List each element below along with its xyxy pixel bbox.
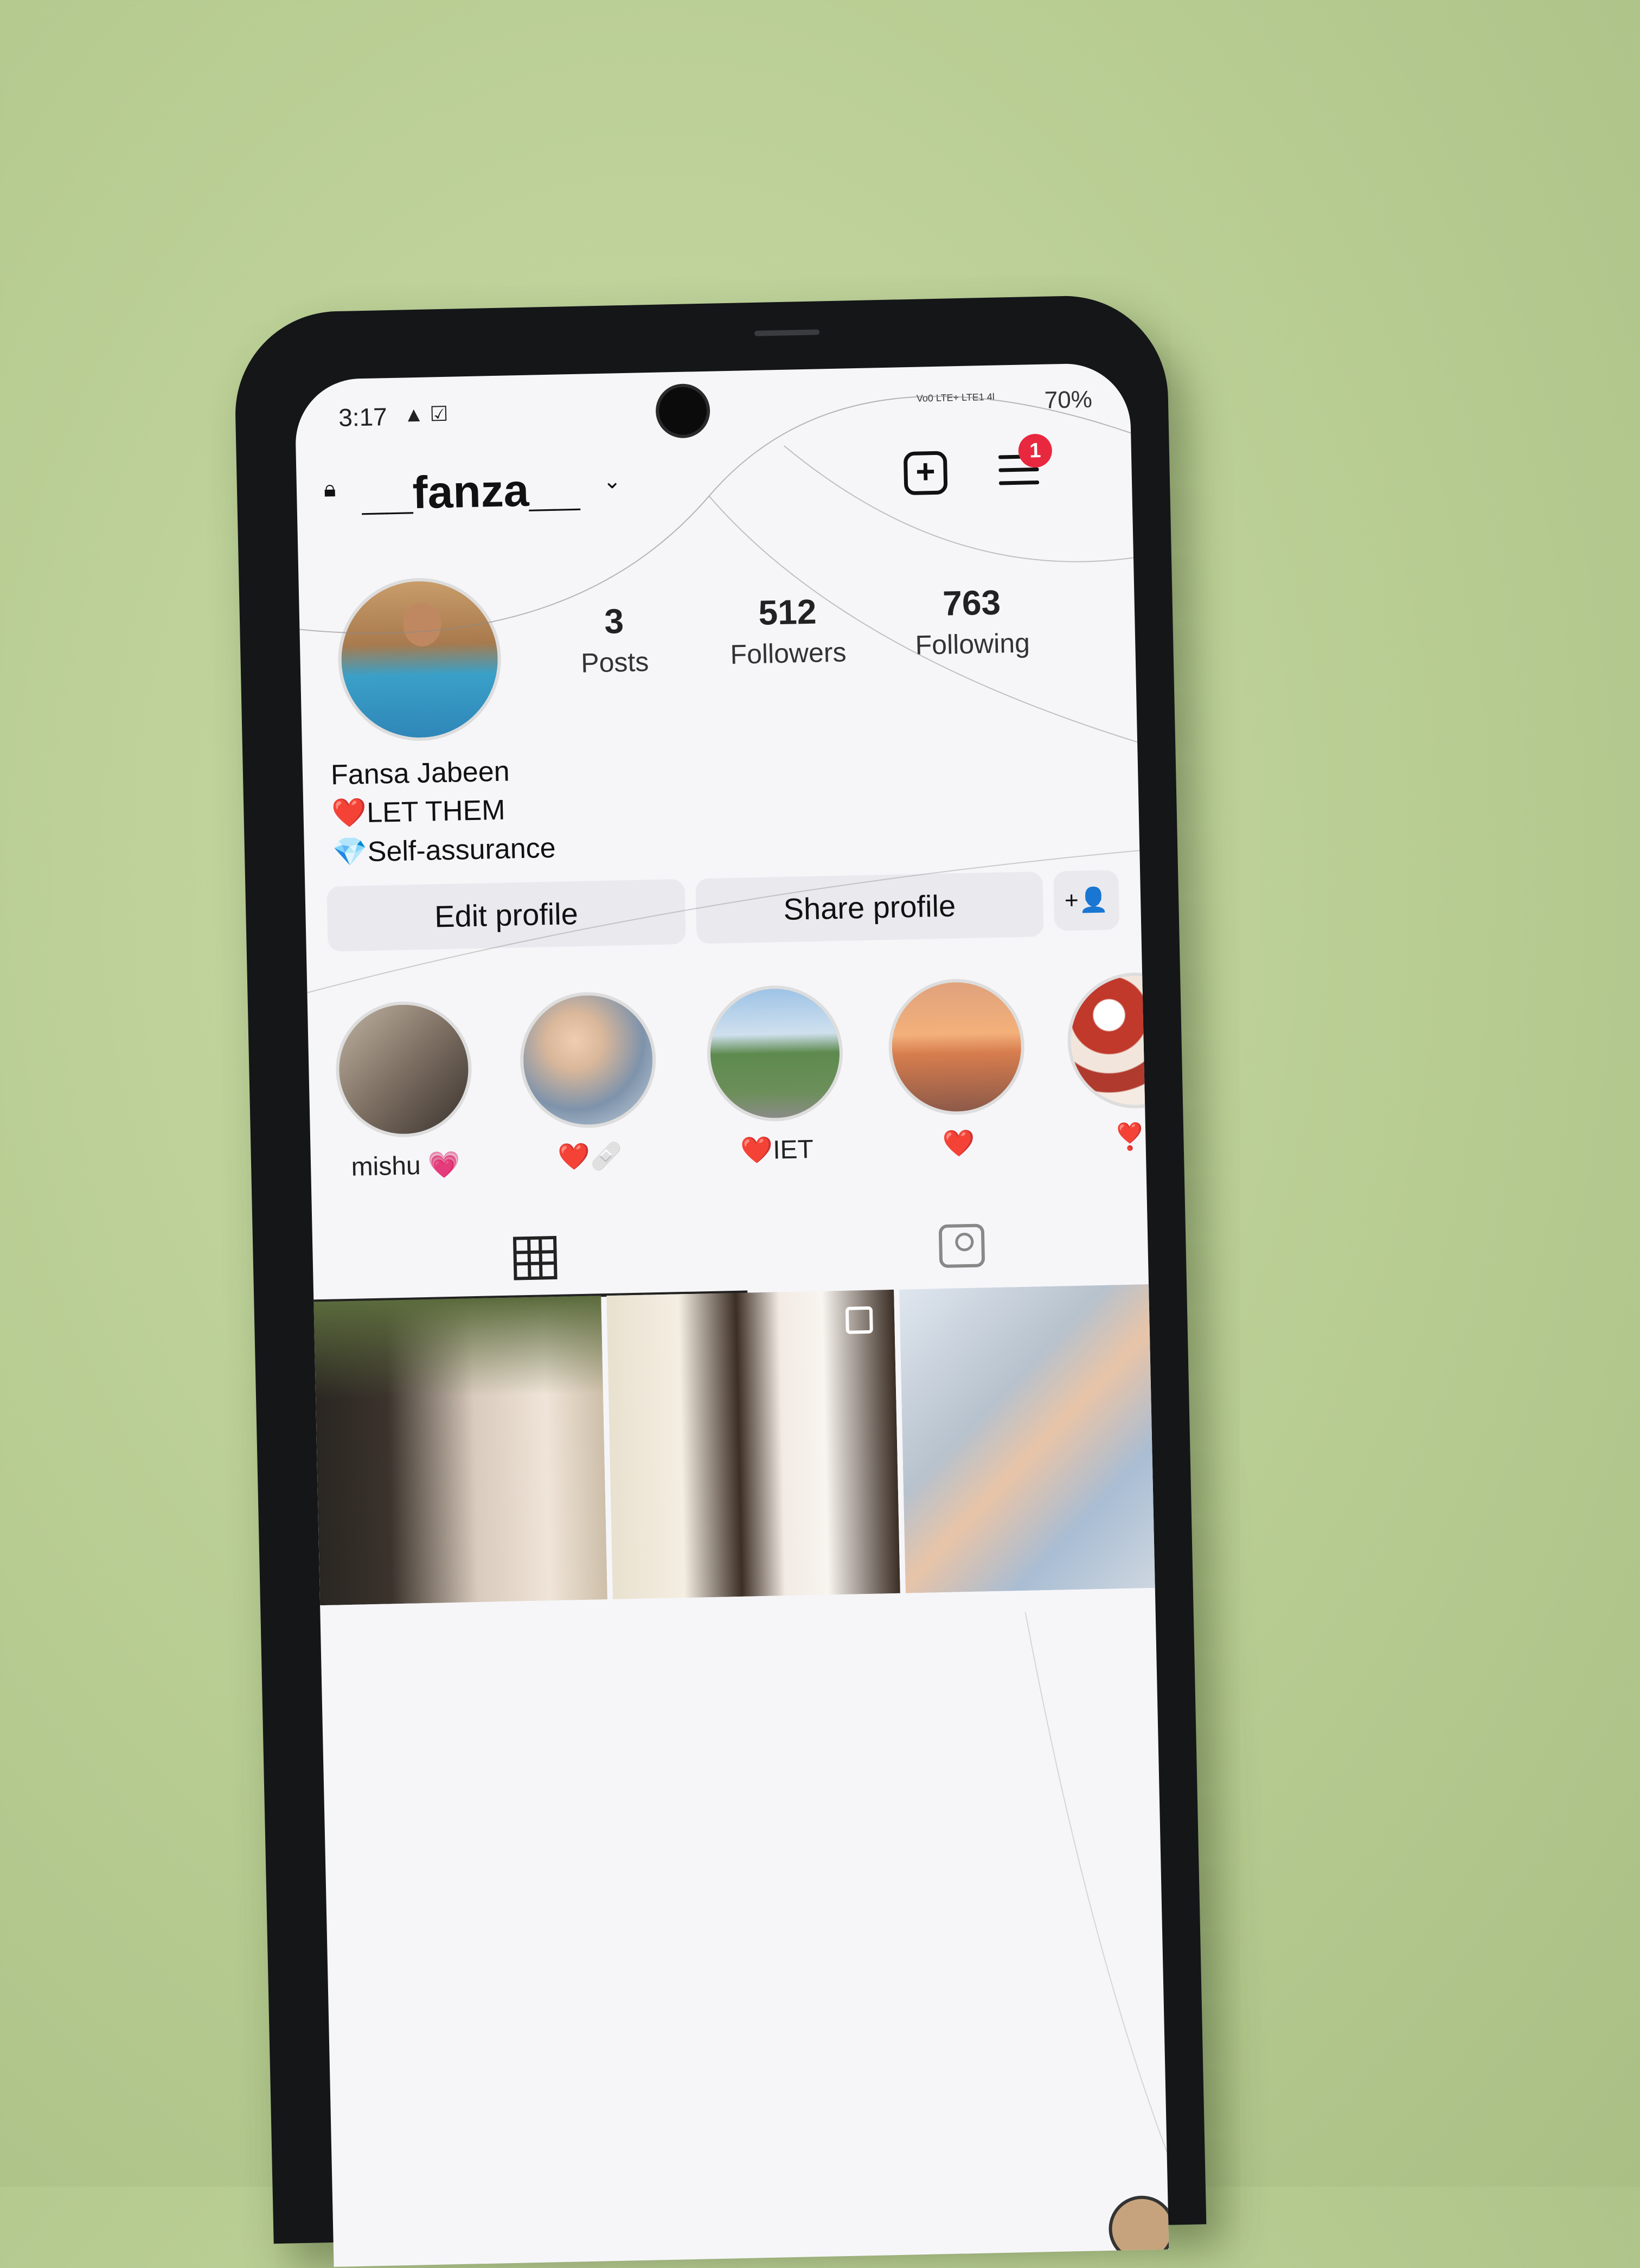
notification-badge: 1 xyxy=(1018,433,1053,468)
followers-stat[interactable]: 512 Followers xyxy=(706,591,870,671)
followers-label: Followers xyxy=(729,637,847,670)
highlight-cover xyxy=(706,984,844,1123)
avatar[interactable] xyxy=(336,576,503,743)
profile-header: 🔒︎ __fanza__ ⌄ + 1 xyxy=(323,433,1105,519)
display-name: Fansa Jabeen xyxy=(330,755,510,791)
lock-icon: 🔒︎ xyxy=(323,476,336,502)
create-post-icon[interactable]: + xyxy=(903,451,948,496)
battery-level: 70% xyxy=(1044,386,1093,414)
post-thumbnail[interactable] xyxy=(606,1289,900,1599)
story-highlight[interactable]: ❤️🩹 xyxy=(518,991,658,1173)
posts-stat[interactable]: 3 Posts xyxy=(559,600,669,679)
highlight-cover xyxy=(1066,971,1169,1110)
status-time: 3:17 xyxy=(338,402,388,432)
post-thumbnail[interactable] xyxy=(313,1296,607,1606)
highlight-label: ❤️🩹 xyxy=(557,1142,623,1172)
following-count: 763 xyxy=(942,582,1001,623)
phone-frame: 3:17 ▲ ☑ Vo0 LTE+ LTE1 4l 70% 🔒︎ __fanza… xyxy=(233,293,1207,2267)
post-image xyxy=(899,1283,1169,1593)
tab-tagged-icon[interactable] xyxy=(938,1223,985,1268)
discover-people-button[interactable]: +👤 xyxy=(1053,870,1120,931)
following-label: Following xyxy=(915,627,1030,661)
followers-count: 512 xyxy=(758,592,817,632)
status-bar: 3:17 ▲ ☑ Vo0 LTE+ LTE1 4l 70% xyxy=(294,362,1131,445)
story-highlight[interactable]: mishu 💗 xyxy=(334,1000,474,1182)
posts-count: 3 xyxy=(604,601,624,641)
carousel-icon xyxy=(845,1306,873,1334)
posts-label: Posts xyxy=(580,646,649,678)
highlight-label: mishu 💗 xyxy=(351,1150,461,1182)
chevron-down-icon[interactable]: ⌄ xyxy=(603,469,621,494)
earpiece xyxy=(754,329,820,336)
story-highlight[interactable]: ❤️ xyxy=(887,977,1027,1160)
highlight-cover xyxy=(334,1000,473,1139)
bio-line-2: 💎Self-assurance xyxy=(332,832,556,869)
story-highlight[interactable]: ❤️IET xyxy=(706,984,845,1167)
tab-grid-icon[interactable] xyxy=(512,1235,558,1280)
network-indicator: Vo0 LTE+ LTE1 4l xyxy=(916,391,995,404)
edit-profile-button[interactable]: Edit profile xyxy=(326,879,686,952)
account-switcher[interactable]: __fanza__ xyxy=(361,463,580,520)
following-stat[interactable]: 763 Following xyxy=(890,581,1054,661)
warning-icon: ▲ ☑ xyxy=(403,402,449,427)
highlight-label: ❣️+ xyxy=(1113,1122,1162,1152)
profile-nav-avatar[interactable] xyxy=(1108,2195,1169,2263)
highlight-label: ❤️IET xyxy=(740,1135,814,1165)
highlight-label: ❤️ xyxy=(942,1129,975,1158)
highlight-cover xyxy=(887,977,1026,1116)
post-thumbnail[interactable] xyxy=(899,1283,1169,1593)
post-image xyxy=(606,1289,900,1599)
highlight-cover xyxy=(518,991,657,1130)
front-camera xyxy=(655,383,711,439)
screen: 3:17 ▲ ☑ Vo0 LTE+ LTE1 4l 70% 🔒︎ __fanza… xyxy=(294,362,1169,2267)
share-profile-button[interactable]: Share profile xyxy=(695,871,1044,944)
story-highlight[interactable]: ❣️+ xyxy=(1066,971,1169,1154)
bio-line-1: ❤️LET THEM xyxy=(331,794,506,830)
